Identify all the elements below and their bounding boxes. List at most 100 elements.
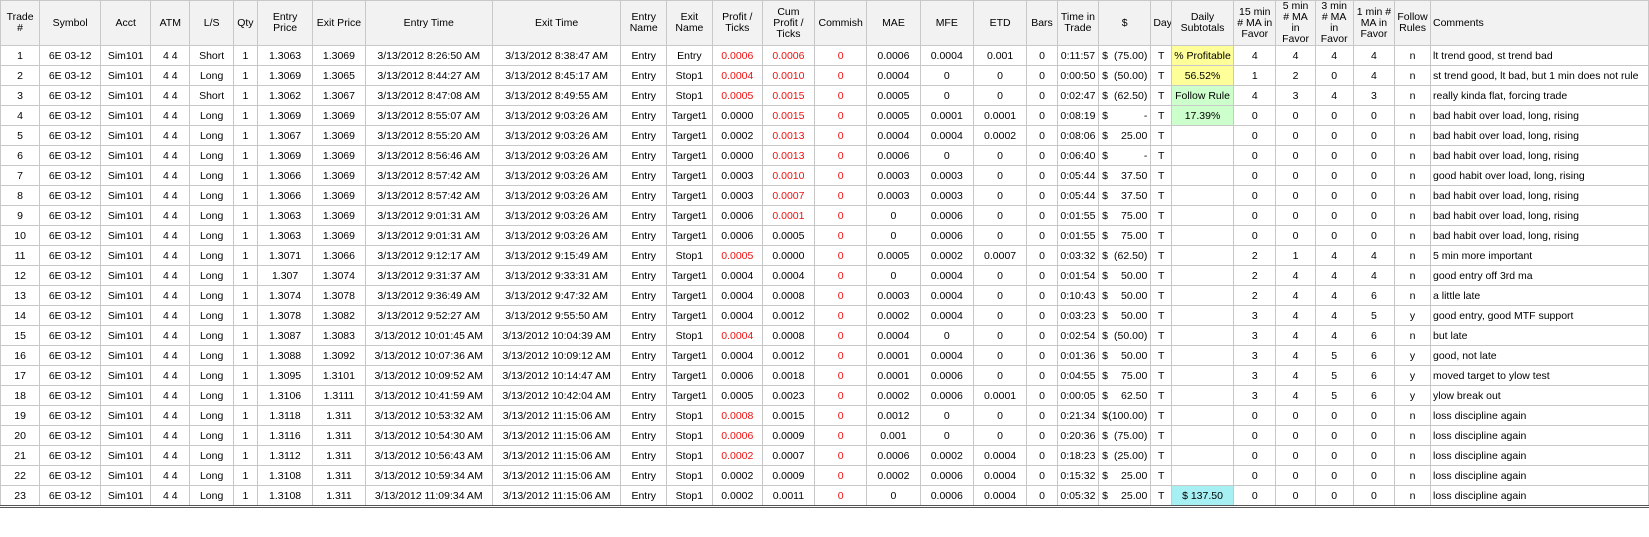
cell-entry-name[interactable]: Entry bbox=[620, 445, 668, 466]
cell-exit-time[interactable]: 3/13/2012 9:15:49 AM bbox=[491, 245, 622, 266]
cell-bars[interactable]: 0 bbox=[1026, 45, 1058, 66]
cell-entry-time[interactable]: 3/13/2012 9:01:31 AM bbox=[364, 225, 493, 246]
cell-day[interactable]: T bbox=[1150, 345, 1172, 366]
cell-cum-profit-ticks[interactable]: 0.0013 bbox=[761, 145, 816, 166]
cell-bars[interactable]: 0 bbox=[1026, 65, 1058, 86]
cell-commish[interactable]: 0 bbox=[814, 105, 868, 126]
cell-day[interactable]: T bbox=[1150, 305, 1172, 326]
cell-time-in-trade[interactable]: 0:04:55 bbox=[1056, 365, 1100, 386]
cell-ma15-count[interactable]: 3 bbox=[1233, 325, 1277, 346]
cell-ma5-count[interactable]: 4 bbox=[1275, 305, 1316, 326]
cell-ma1-count[interactable]: 0 bbox=[1352, 185, 1396, 206]
cell-exit-name[interactable]: Target1 bbox=[666, 165, 713, 186]
cell-ma3-count[interactable]: 0 bbox=[1314, 105, 1354, 126]
cell-long-short[interactable]: Long bbox=[189, 325, 234, 346]
cell-comment[interactable]: loss discipline again bbox=[1430, 405, 1649, 426]
cell-time-in-trade[interactable]: 0:21:34 bbox=[1056, 405, 1100, 426]
cell-atm[interactable]: 4 4 bbox=[150, 65, 191, 86]
cell-day[interactable]: T bbox=[1150, 365, 1172, 386]
cell-commish[interactable]: 0 bbox=[814, 145, 868, 166]
cell-exit-price[interactable]: 1.3069 bbox=[312, 185, 366, 206]
cell-daily-subtotal[interactable] bbox=[1170, 125, 1235, 146]
cell-trade-number[interactable]: 1 bbox=[0, 45, 41, 66]
cell-follow-rules[interactable]: n bbox=[1394, 45, 1431, 66]
cell-cum-profit-ticks[interactable]: 0.0008 bbox=[761, 285, 816, 306]
cell-qty[interactable]: 1 bbox=[232, 465, 258, 486]
cell-etd[interactable]: 0 bbox=[972, 185, 1028, 206]
col-header-atm[interactable]: ATM bbox=[150, 0, 191, 46]
cell-profit-ticks[interactable]: 0.0006 bbox=[711, 425, 763, 446]
cell-entry-time[interactable]: 3/13/2012 10:07:36 AM bbox=[364, 345, 493, 366]
cell-comment[interactable]: loss discipline again bbox=[1430, 425, 1649, 446]
col-header-exit-name[interactable]: Exit Name bbox=[666, 0, 713, 46]
cell-exit-time[interactable]: 3/13/2012 10:09:12 AM bbox=[491, 345, 622, 366]
cell-daily-subtotal[interactable] bbox=[1170, 425, 1235, 446]
cell-exit-time[interactable]: 3/13/2012 10:04:39 AM bbox=[491, 325, 622, 346]
cell-entry-time[interactable]: 3/13/2012 10:01:45 AM bbox=[364, 325, 493, 346]
cell-exit-name[interactable]: Target1 bbox=[666, 385, 713, 406]
cell-mae[interactable]: 0.0004 bbox=[866, 65, 921, 86]
cell-mfe[interactable]: 0.0004 bbox=[919, 285, 974, 306]
cell-atm[interactable]: 4 4 bbox=[150, 265, 191, 286]
cell-qty[interactable]: 1 bbox=[232, 405, 258, 426]
cell-qty[interactable]: 1 bbox=[232, 85, 258, 106]
cell-cum-profit-ticks[interactable]: 0.0015 bbox=[761, 405, 816, 426]
cell-commish[interactable]: 0 bbox=[814, 225, 868, 246]
cell-cum-profit-ticks[interactable]: 0.0007 bbox=[761, 185, 816, 206]
cell-entry-time[interactable]: 3/13/2012 9:12:17 AM bbox=[364, 245, 493, 266]
cell-mfe[interactable]: 0.0004 bbox=[919, 305, 974, 326]
cell-ma15-count[interactable]: 3 bbox=[1233, 305, 1277, 326]
cell-acct[interactable]: Sim101 bbox=[100, 65, 152, 86]
cell-bars[interactable]: 0 bbox=[1026, 225, 1058, 246]
cell-time-in-trade[interactable]: 0:00:50 bbox=[1056, 65, 1100, 86]
cell-daily-subtotal[interactable]: 56.52% bbox=[1170, 65, 1235, 86]
cell-etd[interactable]: 0 bbox=[972, 305, 1028, 326]
cell-entry-time[interactable]: 3/13/2012 9:52:27 AM bbox=[364, 305, 493, 326]
cell-acct[interactable]: Sim101 bbox=[100, 45, 152, 66]
cell-entry-name[interactable]: Entry bbox=[620, 205, 668, 226]
cell-commish[interactable]: 0 bbox=[814, 205, 868, 226]
cell-cum-profit-ticks[interactable]: 0.0018 bbox=[761, 365, 816, 386]
cell-day[interactable]: T bbox=[1150, 185, 1172, 206]
cell-entry-name[interactable]: Entry bbox=[620, 125, 668, 146]
cell-acct[interactable]: Sim101 bbox=[100, 385, 152, 406]
cell-acct[interactable]: Sim101 bbox=[100, 285, 152, 306]
cell-symbol[interactable]: 6E 03-12 bbox=[39, 265, 102, 286]
cell-exit-price[interactable]: 1.3078 bbox=[312, 285, 366, 306]
cell-exit-price[interactable]: 1.3083 bbox=[312, 325, 366, 346]
cell-qty[interactable]: 1 bbox=[232, 485, 258, 508]
col-header-exit-time[interactable]: Exit Time bbox=[491, 0, 622, 46]
cell-ma15-count[interactable]: 2 bbox=[1233, 265, 1277, 286]
cell-long-short[interactable]: Long bbox=[189, 425, 234, 446]
cell-daily-subtotal[interactable] bbox=[1170, 465, 1235, 486]
cell-exit-price[interactable]: 1.3074 bbox=[312, 265, 366, 286]
cell-dollars[interactable]: $50.00 bbox=[1098, 265, 1152, 286]
cell-dollars[interactable]: $25.00 bbox=[1098, 125, 1152, 146]
cell-ma3-count[interactable]: 5 bbox=[1314, 365, 1354, 386]
cell-time-in-trade[interactable]: 0:08:06 bbox=[1056, 125, 1100, 146]
cell-profit-ticks[interactable]: 0.0002 bbox=[711, 445, 763, 466]
cell-symbol[interactable]: 6E 03-12 bbox=[39, 405, 102, 426]
cell-commish[interactable]: 0 bbox=[814, 345, 868, 366]
cell-mfe[interactable]: 0.0003 bbox=[919, 165, 974, 186]
cell-daily-subtotal[interactable] bbox=[1170, 165, 1235, 186]
cell-time-in-trade[interactable]: 0:03:23 bbox=[1056, 305, 1100, 326]
cell-entry-time[interactable]: 3/13/2012 8:57:42 AM bbox=[364, 185, 493, 206]
cell-mfe[interactable]: 0.0004 bbox=[919, 45, 974, 66]
cell-mae[interactable]: 0 bbox=[866, 205, 921, 226]
cell-etd[interactable]: 0 bbox=[972, 165, 1028, 186]
cell-commish[interactable]: 0 bbox=[814, 405, 868, 426]
cell-daily-subtotal[interactable] bbox=[1170, 445, 1235, 466]
cell-daily-subtotal[interactable] bbox=[1170, 225, 1235, 246]
cell-comment[interactable]: bad habit over load, long, rising bbox=[1430, 185, 1649, 206]
cell-entry-price[interactable]: 1.3066 bbox=[256, 165, 314, 186]
cell-entry-price[interactable]: 1.3069 bbox=[256, 105, 314, 126]
cell-entry-time[interactable]: 3/13/2012 8:47:08 AM bbox=[364, 85, 493, 106]
cell-exit-price[interactable]: 1.3065 bbox=[312, 65, 366, 86]
cell-cum-profit-ticks[interactable]: 0.0011 bbox=[761, 485, 816, 508]
cell-time-in-trade[interactable]: 0:03:32 bbox=[1056, 245, 1100, 266]
cell-ma1-count[interactable]: 0 bbox=[1352, 205, 1396, 226]
cell-comment[interactable]: moved target to ylow test bbox=[1430, 365, 1649, 386]
cell-ma5-count[interactable]: 1 bbox=[1275, 245, 1316, 266]
cell-ma5-count[interactable]: 0 bbox=[1275, 445, 1316, 466]
